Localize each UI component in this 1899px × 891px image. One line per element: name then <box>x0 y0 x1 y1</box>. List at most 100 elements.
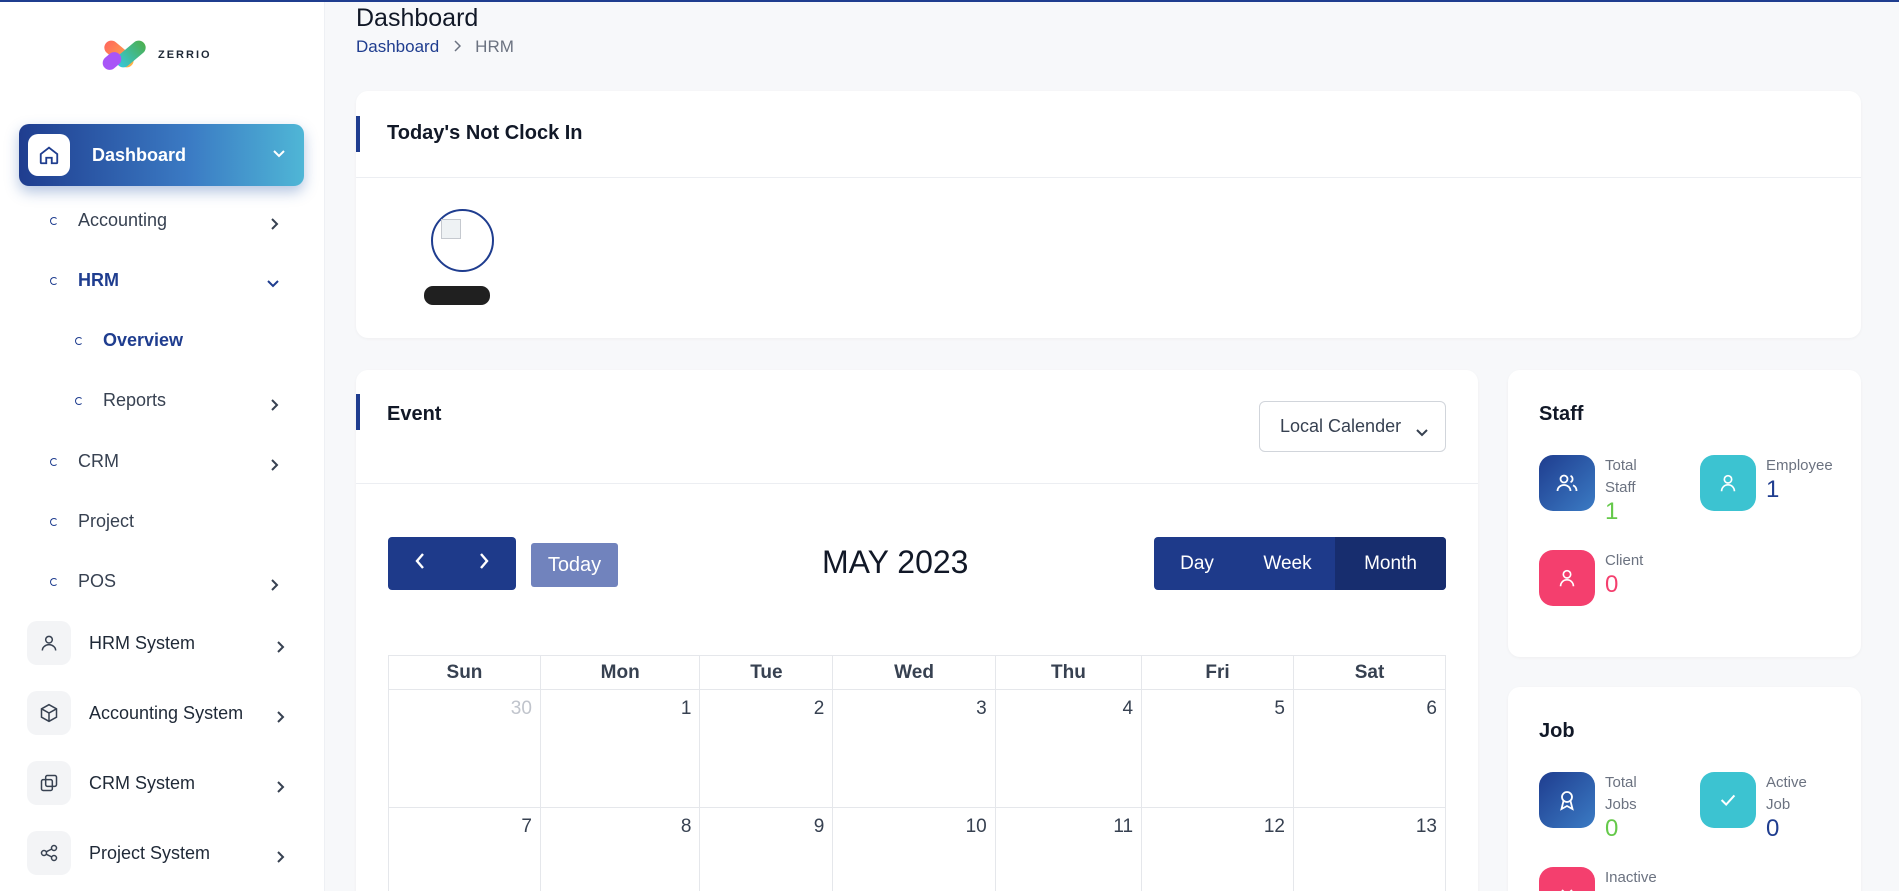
stat-label: Total Jobs <box>1605 774 1637 813</box>
calendar-week-row: 30 1 2 3 4 5 6 <box>388 689 1446 808</box>
prev-button[interactable] <box>388 537 452 590</box>
sidebar-item-hrm[interactable]: HRM <box>50 270 119 291</box>
card-title: Staff <box>1539 403 1584 425</box>
page-title: Dashboard <box>356 4 479 32</box>
chevron-right-icon <box>453 37 462 57</box>
sidebar-item-label: Project <box>78 511 135 531</box>
calendar-day-cell[interactable]: 12 <box>1141 807 1294 891</box>
calendar-day-cell[interactable]: 4 <box>994 689 1143 808</box>
sidebar-item-label: POS <box>78 571 117 591</box>
stat-total-staff[interactable]: Total Staff 1 <box>1539 455 1665 525</box>
calendar-day-cell[interactable]: 3 <box>832 689 996 808</box>
sidebar: ZERRIO Dashboard Accounting HRM Overview… <box>0 2 325 891</box>
weekday-header: Sun <box>388 655 541 690</box>
bullet-icon <box>75 336 83 345</box>
sidebar-item-label: CRM <box>78 451 119 471</box>
calendar-day-cell[interactable]: 2 <box>699 689 834 808</box>
sidebar-item-label: Accounting System <box>89 702 244 723</box>
breadcrumb-link-dashboard[interactable]: Dashboard <box>356 37 439 57</box>
chevron-right-icon <box>268 217 280 236</box>
sidebar-item-reports[interactable]: Reports <box>75 390 166 411</box>
sidebar-item-crm-system[interactable]: CRM System <box>27 761 195 805</box>
staff-card: Staff Total Staff 1 Employee 1 Client 0 <box>1508 370 1861 657</box>
chevron-down-icon <box>266 277 280 295</box>
chevron-right-icon <box>274 710 286 729</box>
calendar-month-title: MAY 2023 <box>822 544 969 580</box>
calendar-nav-group <box>388 537 516 590</box>
breadcrumb: Dashboard HRM <box>356 37 514 57</box>
sidebar-item-label: Project System <box>89 842 211 863</box>
calendar-day-cell[interactable]: 10 <box>832 807 996 891</box>
calendar-grid: Sun Mon Tue Wed Thu Fri Sat 30 1 2 3 4 5… <box>388 655 1446 891</box>
stat-total-jobs[interactable]: Total Jobs 0 <box>1539 772 1665 842</box>
sidebar-item-overview[interactable]: Overview <box>75 330 183 351</box>
sidebar-item-crm[interactable]: CRM <box>50 451 119 472</box>
calendar-day-cell[interactable]: 1 <box>539 689 701 808</box>
stat-label: Client <box>1605 552 1644 569</box>
view-month-button[interactable]: Month <box>1335 537 1446 590</box>
brand-logo[interactable]: ZERRIO <box>99 34 212 76</box>
calendar-day-cell[interactable]: 30 <box>388 689 541 808</box>
calendar-day-cell[interactable]: 9 <box>699 807 834 891</box>
calendar-day-cell[interactable]: 11 <box>994 807 1143 891</box>
sidebar-item-project-system[interactable]: Project System <box>27 831 210 875</box>
layers-icon <box>27 761 71 805</box>
card-accent <box>356 116 360 152</box>
stat-value: 0 <box>1766 815 1780 842</box>
sidebar-item-label: HRM System <box>89 632 196 653</box>
view-week-button[interactable]: Week <box>1240 537 1335 590</box>
bullet-icon <box>50 517 58 526</box>
calendar-day-cell[interactable]: 13 <box>1293 807 1446 891</box>
stat-value: 0 <box>1605 571 1619 598</box>
close-icon <box>1539 867 1595 891</box>
calendar-day-cell[interactable]: 6 <box>1293 689 1446 808</box>
chevron-left-icon <box>414 552 426 575</box>
job-card: Job Total Jobs 0 Active Job 0 Inactive <box>1508 687 1861 891</box>
sidebar-item-hrm-system[interactable]: HRM System <box>27 621 195 665</box>
stat-value: 1 <box>1766 476 1780 503</box>
stat-label: Employee <box>1766 457 1833 474</box>
chevron-right-icon <box>268 398 280 417</box>
bullet-icon <box>50 577 58 586</box>
calendar-day-cell[interactable]: 8 <box>539 807 701 891</box>
stat-label: Active Job <box>1766 774 1807 813</box>
sidebar-item-accounting[interactable]: Accounting <box>50 210 167 231</box>
stat-label: Inactive <box>1605 869 1657 886</box>
view-day-button[interactable]: Day <box>1154 537 1240 590</box>
weekday-header: Mon <box>539 655 701 690</box>
sidebar-item-dashboard[interactable]: Dashboard <box>19 124 304 186</box>
stat-active-job[interactable]: Active Job 0 <box>1700 772 1826 842</box>
bullet-icon <box>75 396 83 405</box>
breadcrumb-current: HRM <box>475 37 514 56</box>
calendar-select[interactable]: Local Calender <box>1259 401 1446 452</box>
stat-inactive-job[interactable]: Inactive <box>1539 867 1657 891</box>
sidebar-item-label: Accounting <box>78 210 168 230</box>
sidebar-item-accounting-system[interactable]: Accounting System <box>27 691 243 735</box>
card-accent <box>356 394 360 430</box>
today-button[interactable]: Today <box>531 543 618 587</box>
sidebar-item-pos[interactable]: POS <box>50 571 116 592</box>
card-title: Job <box>1539 720 1575 742</box>
bullet-icon <box>50 457 58 466</box>
calendar-day-cell[interactable]: 7 <box>388 807 541 891</box>
weekday-header: Wed <box>832 655 996 690</box>
sidebar-item-label: Overview <box>103 330 184 350</box>
next-button[interactable] <box>452 537 516 590</box>
sidebar-item-project[interactable]: Project <box>50 511 134 532</box>
chevron-right-icon <box>478 552 490 575</box>
home-icon <box>28 134 70 176</box>
redacted-name <box>424 286 490 305</box>
chevron-right-icon <box>268 458 280 477</box>
share-icon <box>27 831 71 875</box>
card-title: Event <box>387 403 442 425</box>
stat-employee[interactable]: Employee 1 <box>1700 455 1833 511</box>
chevron-right-icon <box>274 640 286 659</box>
sidebar-item-label: CRM System <box>89 772 196 793</box>
sidebar-item-label: Reports <box>103 390 167 410</box>
box-icon <box>27 691 71 735</box>
avatar[interactable] <box>431 209 494 272</box>
not-clock-in-card: Today's Not Clock In <box>356 91 1861 338</box>
stat-client[interactable]: Client 0 <box>1539 550 1643 606</box>
calendar-day-cell[interactable]: 5 <box>1141 689 1294 808</box>
weekday-header: Fri <box>1141 655 1294 690</box>
